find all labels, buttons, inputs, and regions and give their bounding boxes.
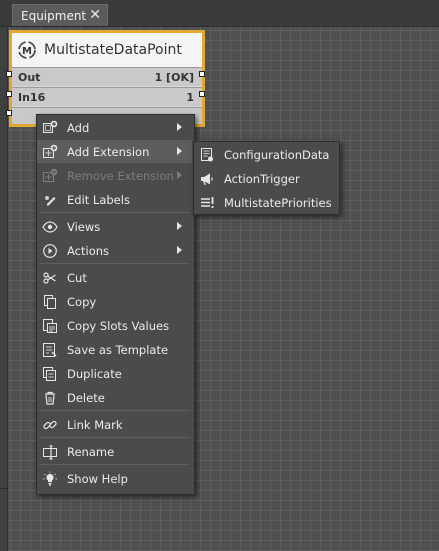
- submenu-item-label: ActionTrigger: [224, 171, 300, 186]
- menu-item-link-mark[interactable]: Link Mark: [37, 413, 192, 436]
- menu-item-edit-labels[interactable]: Edit Labels: [37, 188, 192, 211]
- node-header: M MultistateDataPoint: [12, 33, 202, 67]
- slot-in16[interactable]: In16 1: [12, 87, 202, 106]
- chevron-right-icon: [177, 246, 182, 254]
- submenu-item-label: ConfigurationData: [224, 147, 330, 162]
- lightbulb-icon: [42, 471, 58, 487]
- svg-text:M: M: [22, 46, 32, 57]
- chevron-right-icon: [177, 147, 182, 155]
- menu-item-label: Rename: [67, 444, 115, 459]
- chevron-right-icon: [177, 123, 182, 131]
- context-menu: Add Add Extension Remove Extension Edit …: [36, 114, 195, 495]
- menu-item-label: Remove Extension: [67, 168, 174, 183]
- save-template-icon: [42, 342, 58, 358]
- multistate-data-point-node[interactable]: M MultistateDataPoint Out 1 [OK] In16 1: [9, 30, 205, 127]
- menu-separator: [39, 464, 190, 465]
- chevron-right-icon: [177, 222, 182, 230]
- tab-bar: Equipment ✕: [0, 0, 439, 27]
- submenu-item-configuration-data[interactable]: ConfigurationData: [194, 143, 337, 166]
- menu-item-save-as-template[interactable]: Save as Template: [37, 338, 192, 361]
- slot-out-output-pin[interactable]: [199, 71, 205, 77]
- menu-separator: [39, 410, 190, 411]
- megaphone-icon: [199, 171, 215, 187]
- menu-item-label: Duplicate: [67, 366, 122, 381]
- slot-value: 1 [OK]: [154, 70, 194, 84]
- configuration-data-icon: [199, 147, 215, 163]
- rename-icon: [42, 444, 58, 460]
- menu-item-label: Save as Template: [67, 342, 169, 357]
- close-icon[interactable]: ✕: [89, 7, 101, 23]
- menu-item-label: Show Help: [67, 471, 128, 486]
- slot-empty-input-pin[interactable]: [6, 110, 12, 116]
- tab-equipment[interactable]: Equipment ✕: [12, 4, 108, 26]
- slot-value: 1: [186, 90, 194, 104]
- menu-separator: [39, 212, 190, 213]
- menu-item-label: Cut: [67, 270, 87, 285]
- edit-labels-icon: [42, 192, 58, 208]
- menu-item-label: Copy Slots Values: [67, 318, 170, 333]
- menu-item-copy-slots-values[interactable]: Copy Slots Values: [37, 314, 192, 337]
- slot-in16-output-pin[interactable]: [199, 91, 205, 97]
- menu-item-label: Link Mark: [67, 417, 123, 432]
- slot-name: Out: [18, 70, 41, 84]
- multistate-point-icon: M: [17, 40, 37, 60]
- menu-item-label: Copy: [67, 294, 97, 309]
- menu-item-label: Actions: [67, 243, 110, 258]
- trash-icon: [42, 390, 58, 406]
- scissors-icon: [42, 270, 58, 286]
- slot-in16-input-pin[interactable]: [6, 91, 12, 97]
- chevron-right-icon: [177, 171, 182, 179]
- submenu-item-label: MultistatePriorities: [224, 195, 332, 210]
- menu-item-actions[interactable]: Actions: [37, 239, 192, 262]
- menu-item-add[interactable]: Add: [37, 116, 192, 139]
- copy-slots-icon: [42, 318, 58, 334]
- menu-item-copy[interactable]: Copy: [37, 290, 192, 313]
- link-icon: [42, 417, 58, 433]
- menu-separator: [39, 437, 190, 438]
- menu-item-add-extension[interactable]: Add Extension: [37, 140, 192, 163]
- menu-item-delete[interactable]: Delete: [37, 386, 192, 409]
- menu-item-label: Add: [67, 120, 90, 135]
- remove-extension-icon: [42, 168, 58, 184]
- menu-item-remove-extension[interactable]: Remove Extension: [37, 164, 192, 187]
- submenu-item-multistate-priorities[interactable]: MultistatePriorities: [194, 191, 337, 214]
- slot-name: In16: [18, 90, 46, 104]
- menu-separator: [39, 263, 190, 264]
- menu-item-duplicate[interactable]: Duplicate: [37, 362, 192, 385]
- menu-item-label: Edit Labels: [67, 192, 130, 207]
- submenu-item-action-trigger[interactable]: ActionTrigger: [194, 167, 337, 190]
- menu-item-rename[interactable]: Rename: [37, 440, 192, 463]
- play-circle-icon: [42, 243, 58, 259]
- left-panel-strip: [0, 0, 8, 551]
- add-icon: [42, 120, 58, 136]
- eye-icon: [42, 219, 58, 235]
- slot-out-input-pin[interactable]: [6, 71, 12, 77]
- priorities-icon: [199, 195, 215, 211]
- add-extension-icon: [42, 144, 58, 160]
- menu-item-cut[interactable]: Cut: [37, 266, 192, 289]
- duplicate-icon: [42, 366, 58, 382]
- slot-out[interactable]: Out 1 [OK]: [12, 67, 202, 86]
- menu-item-views[interactable]: Views: [37, 215, 192, 238]
- add-extension-submenu: ConfigurationData ActionTrigger Multista…: [193, 141, 340, 215]
- node-title: MultistateDataPoint: [44, 42, 182, 58]
- copy-icon: [42, 294, 58, 310]
- left-panel-divider: [0, 488, 7, 489]
- menu-item-label: Views: [67, 219, 101, 234]
- menu-item-show-help[interactable]: Show Help: [37, 467, 192, 490]
- menu-item-label: Add Extension: [67, 144, 150, 159]
- tab-label: Equipment: [21, 8, 87, 23]
- menu-item-label: Delete: [67, 390, 105, 405]
